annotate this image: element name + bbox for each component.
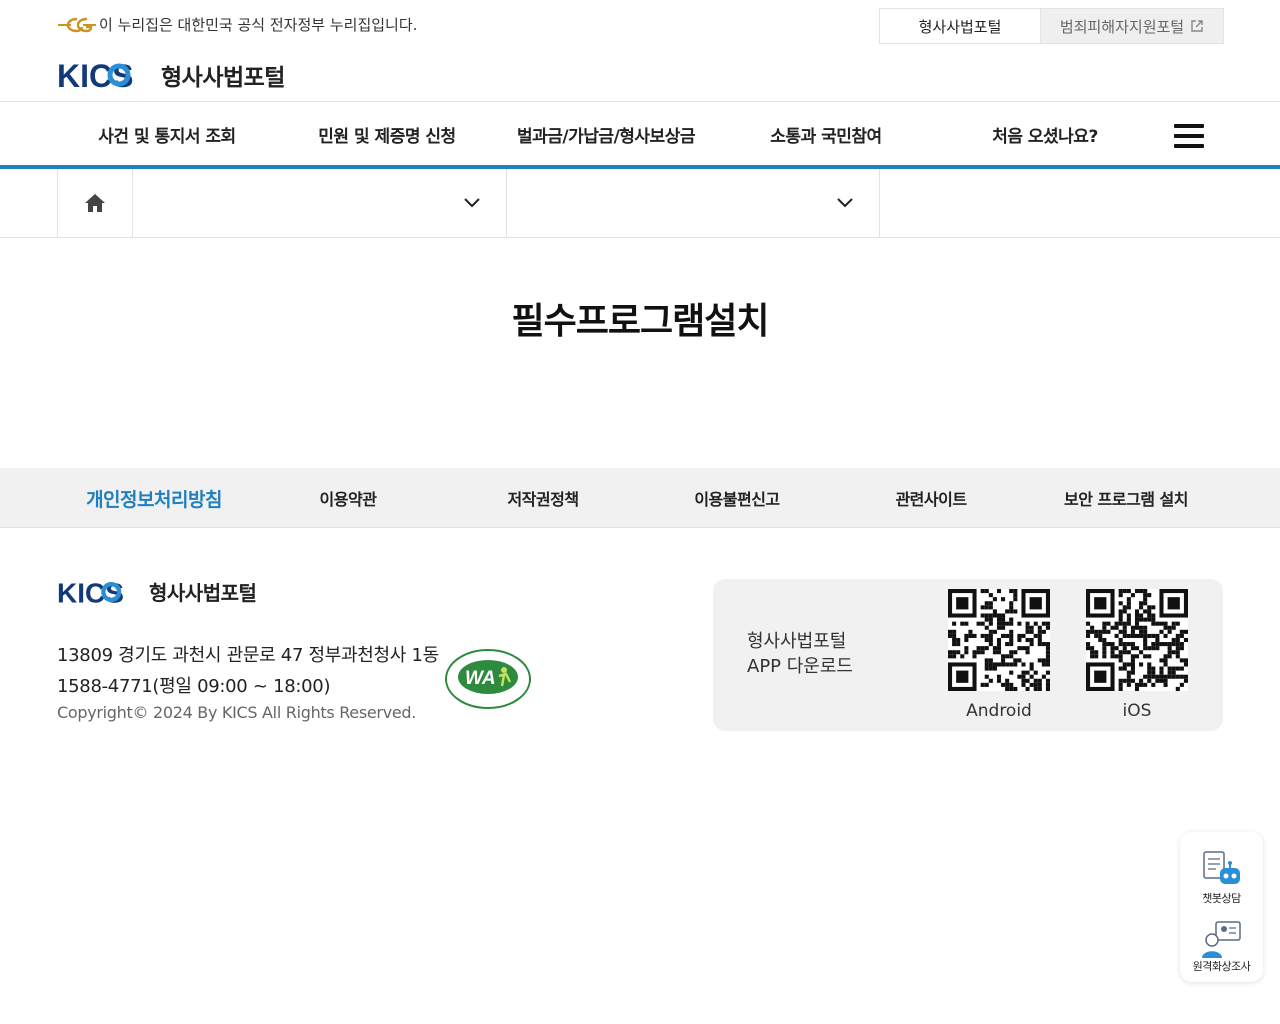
- android-qr-code[interactable]: [948, 589, 1050, 691]
- floating-quick-menu: 챗봇상담 원격화상조사: [1180, 832, 1263, 982]
- footer-link-copyright[interactable]: 저작권정책: [446, 468, 640, 528]
- breadcrumb: [0, 169, 1280, 238]
- footer-phone: 1588-4771(평일 09:00 ~ 18:00): [57, 676, 331, 697]
- android-label: Android: [966, 701, 1032, 721]
- footer-logo: KICS 형사사법포털: [57, 577, 257, 606]
- egov-logo-icon: [58, 17, 96, 32]
- svg-text:KICS: KICS: [57, 59, 133, 91]
- site-name: 형사사법포털: [161, 65, 285, 91]
- svg-text:WA: WA: [465, 668, 496, 689]
- nav-first-visit[interactable]: 처음 오셨나요?: [935, 102, 1155, 166]
- ios-label: iOS: [1122, 701, 1152, 721]
- app-download-box: 형사사법포털 APP 다운로드 Android iOS: [713, 579, 1223, 731]
- footer-link-security-program[interactable]: 보안 프로그램 설치: [1029, 468, 1223, 528]
- footer-link-privacy[interactable]: 개인정보처리방침: [57, 468, 251, 528]
- portal-link-criminal-justice[interactable]: 형사사법포털: [880, 9, 1040, 43]
- menu-hamburger-icon[interactable]: [1174, 124, 1204, 148]
- svg-text:KICS: KICS: [57, 578, 124, 606]
- footer-menu: 개인정보처리방침 이용약관 저작권정책 이용불편신고 관련사이트 보안 프로그램…: [0, 468, 1280, 528]
- main-nav: 사건 및 통지서 조회 민원 및 제증명 신청 벌과금/가납금/형사보상금 소통…: [0, 101, 1280, 169]
- breadcrumb-depth2-select[interactable]: [507, 169, 880, 237]
- footer-link-report[interactable]: 이용불편신고: [640, 468, 834, 528]
- portal-link-victim-support[interactable]: 범죄피해자지원포털: [1040, 9, 1223, 43]
- footer-link-related-sites[interactable]: 관련사이트: [834, 468, 1028, 528]
- nav-fines[interactable]: 벌과금/가납금/형사보상금: [496, 102, 716, 166]
- ios-qr-code[interactable]: [1086, 589, 1188, 691]
- gov-notice-text: 이 누리집은 대한민국 공식 전자정부 누리집입니다.: [99, 16, 418, 34]
- app-download-label: 형사사법포털 APP 다운로드: [747, 629, 853, 679]
- page-title: 필수프로그램설치: [511, 301, 770, 342]
- footer-link-terms[interactable]: 이용약관: [251, 468, 445, 528]
- gov-notice[interactable]: 이 누리집은 대한민국 공식 전자정부 누리집입니다.: [57, 14, 417, 35]
- chevron-down-icon: [837, 198, 853, 208]
- portal-link-victim-support-label: 범죄피해자지원포털: [1059, 17, 1185, 36]
- nav-communication[interactable]: 소통과 국민참여: [716, 102, 936, 166]
- web-accessibility-mark-icon[interactable]: WA: [444, 648, 532, 710]
- chatbot-label: 챗봇상담: [1202, 892, 1241, 905]
- footer-copyright: Copyright© 2024 By KICS All Rights Reser…: [57, 703, 417, 722]
- chevron-down-icon: [464, 198, 480, 208]
- chatbot-button[interactable]: 챗봇상담: [1180, 848, 1263, 918]
- portal-links: 형사사법포털 범죄피해자지원포털: [879, 8, 1224, 44]
- video-survey-button[interactable]: 원격화상조사: [1180, 916, 1263, 986]
- breadcrumb-home[interactable]: [57, 169, 133, 237]
- site-logo[interactable]: KICS 형사사법포털: [57, 58, 285, 92]
- kics-logo-icon: KICS: [57, 59, 133, 91]
- home-icon: [85, 194, 105, 212]
- footer-address: 13809 경기도 과천시 관문로 47 정부과천청사 1동: [57, 645, 439, 666]
- breadcrumb-depth1-select[interactable]: [133, 169, 507, 237]
- nav-civil-petition[interactable]: 민원 및 제증명 신청: [277, 102, 497, 166]
- footer-site-name: 형사사법포털: [149, 581, 257, 605]
- chatbot-icon: [1202, 851, 1240, 884]
- external-link-icon: [1191, 20, 1203, 32]
- top-bar: 이 누리집은 대한민국 공식 전자정부 누리집입니다. 형사사법포털 범죄피해자…: [0, 0, 1280, 50]
- app-download-label-line2: APP 다운로드: [747, 656, 853, 677]
- video-survey-label: 원격화상조사: [1192, 960, 1251, 973]
- nav-case-lookup[interactable]: 사건 및 통지서 조회: [57, 102, 277, 166]
- video-call-icon: [1201, 921, 1241, 958]
- app-download-label-line1: 형사사법포털: [747, 631, 847, 652]
- kics-logo-icon: KICS: [57, 578, 124, 606]
